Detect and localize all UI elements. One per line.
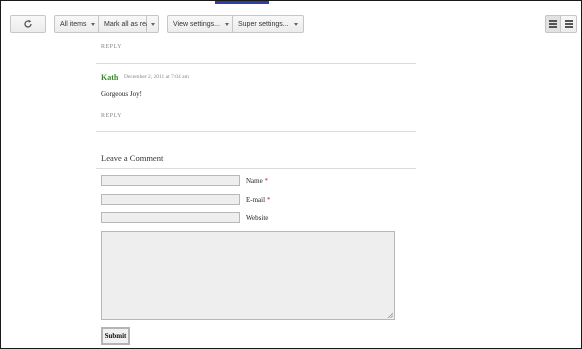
- chevron-down-icon: [293, 22, 298, 26]
- required-marker: *: [264, 177, 268, 185]
- required-marker: *: [266, 196, 271, 204]
- reader-window: All items Mark all as read View settings…: [0, 0, 582, 349]
- chevron-down-icon: [91, 22, 96, 26]
- comment-date[interactable]: December 2, 2011 at 7:04 am: [124, 74, 189, 80]
- name-field[interactable]: [101, 175, 240, 186]
- chevron-down-icon: [224, 22, 229, 26]
- toolbar: All items Mark all as read View settings…: [1, 15, 581, 37]
- email-field-label: E-mail *: [246, 196, 271, 204]
- comment-text: Gorgeous Joy!: [101, 90, 142, 98]
- list-view-button[interactable]: [561, 15, 577, 33]
- comment-textarea[interactable]: [101, 231, 395, 320]
- top-accent-bar: [215, 1, 269, 4]
- reply-link[interactable]: REPLY: [101, 113, 122, 119]
- view-settings-dropdown[interactable]: View settings...: [167, 15, 235, 33]
- reply-link[interactable]: REPLY: [101, 44, 122, 50]
- view-settings-label: View settings...: [173, 20, 220, 28]
- email-field[interactable]: [101, 194, 240, 205]
- website-field-label: Website: [246, 214, 269, 222]
- website-field[interactable]: [101, 212, 240, 223]
- all-items-label: All items: [60, 20, 87, 28]
- super-settings-label: Super settings...: [238, 20, 289, 28]
- leave-comment-title: Leave a Comment: [101, 153, 164, 163]
- all-items-dropdown[interactable]: All items: [54, 15, 102, 33]
- chevron-down-icon: [150, 22, 155, 26]
- submit-button[interactable]: Submit: [101, 327, 130, 345]
- mark-all-read-button[interactable]: Mark all as read: [98, 15, 154, 33]
- divider: [96, 131, 416, 132]
- expanded-view-button[interactable]: [545, 15, 561, 33]
- compact-view-icon: [564, 20, 573, 28]
- divider: [96, 63, 416, 64]
- name-field-label: Name *: [246, 177, 268, 185]
- mark-all-read-menu-button[interactable]: [147, 15, 159, 33]
- comment-author[interactable]: Kath: [101, 73, 118, 82]
- refresh-button[interactable]: [10, 15, 46, 33]
- list-view-icon: [549, 20, 557, 28]
- super-settings-dropdown[interactable]: Super settings...: [232, 15, 304, 33]
- resize-grip-icon[interactable]: [387, 312, 393, 318]
- divider: [96, 168, 416, 169]
- refresh-icon: [24, 19, 32, 28]
